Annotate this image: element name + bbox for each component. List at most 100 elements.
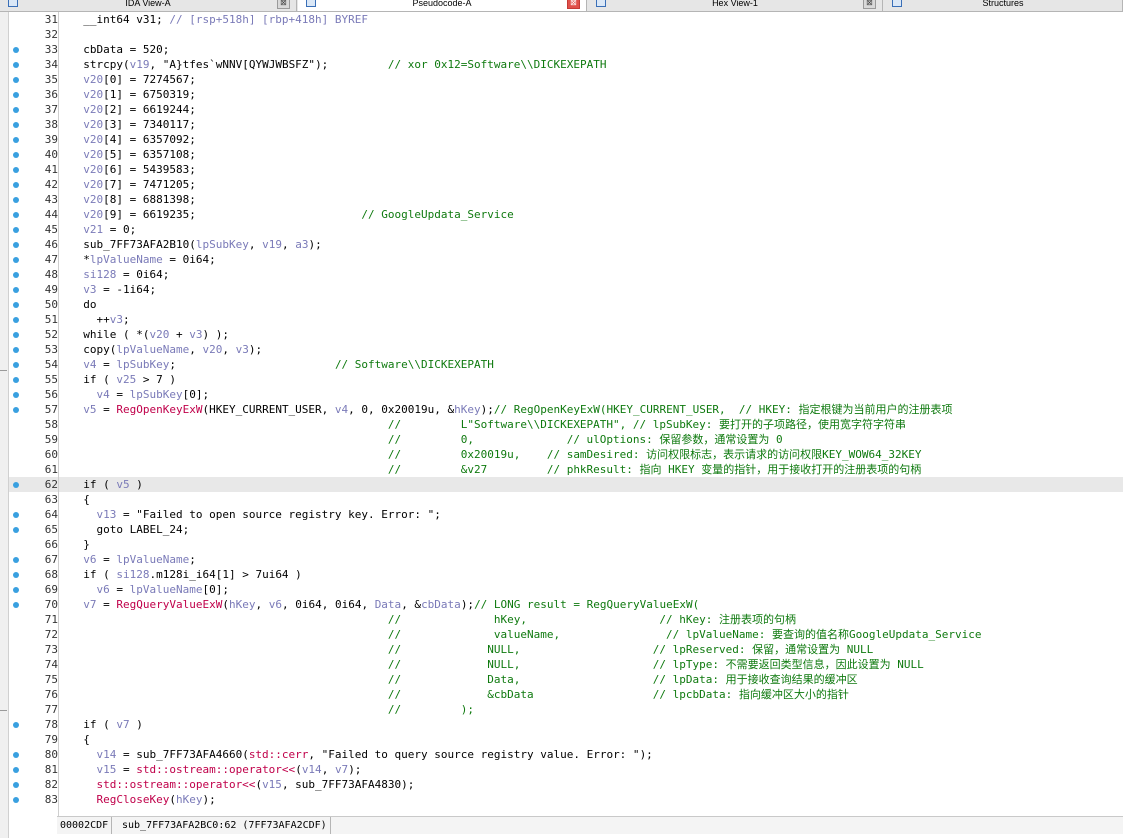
bullet-icon[interactable] (13, 47, 19, 53)
code-line[interactable]: 53 copy(lpValueName, v20, v3); (9, 342, 1123, 357)
code-line[interactable]: 50 do (9, 297, 1123, 312)
code-text[interactable]: v6 = lpValueName[0]; (70, 582, 229, 597)
code-line[interactable]: 41 v20[6] = 5439583; (9, 162, 1123, 177)
code-line[interactable]: 35 v20[0] = 7274567; (9, 72, 1123, 87)
code-line[interactable]: 42 v20[7] = 7471205; (9, 177, 1123, 192)
code-text[interactable]: // 0x20019u, // samDesired: 访问权限标志，表示请求的… (70, 447, 922, 462)
code-line[interactable]: 69 v6 = lpValueName[0]; (9, 582, 1123, 597)
bullet-icon[interactable] (13, 512, 19, 518)
code-line[interactable]: 36 v20[1] = 6750319; (9, 87, 1123, 102)
bullet-icon[interactable] (13, 572, 19, 578)
code-line[interactable]: 66 } (9, 537, 1123, 552)
bullet-icon[interactable] (13, 137, 19, 143)
code-text[interactable]: strcpy(v19, "A}tfes`wNNV[QYWJWBSFZ"); //… (70, 57, 606, 72)
code-line[interactable]: 58 // L"Software\\DICKEXEPATH", // lpSub… (9, 417, 1123, 432)
code-text[interactable]: // hKey, // hKey: 注册表项的句柄 (70, 612, 796, 627)
code-line[interactable]: 62 if ( v5 ) (9, 477, 1123, 492)
code-line[interactable]: 70 v7 = RegQueryValueExW(hKey, v6, 0i64,… (9, 597, 1123, 612)
code-line[interactable]: 78 if ( v7 ) (9, 717, 1123, 732)
code-line[interactable]: 39 v20[4] = 6357092; (9, 132, 1123, 147)
code-text[interactable]: if ( v25 > 7 ) (70, 372, 176, 387)
code-line[interactable]: 47 *lpValueName = 0i64; (9, 252, 1123, 267)
code-line[interactable]: 65 goto LABEL_24; (9, 522, 1123, 537)
code-text[interactable]: v15 = std::ostream::operator<<(v14, v7); (70, 762, 361, 777)
code-line[interactable]: 75 // Data, // lpData: 用于接收查询结果的缓冲区 (9, 672, 1123, 687)
code-text[interactable]: if ( v5 ) (70, 477, 143, 492)
bullet-icon[interactable] (13, 767, 19, 773)
code-line[interactable]: 60 // 0x20019u, // samDesired: 访问权限标志，表示… (9, 447, 1123, 462)
bullet-icon[interactable] (13, 752, 19, 758)
code-line[interactable]: 72 // valueName, // lpValueName: 要查询的值名称… (9, 627, 1123, 642)
bullet-icon[interactable] (13, 212, 19, 218)
code-line[interactable]: 64 v13 = "Failed to open source registry… (9, 507, 1123, 522)
bullet-icon[interactable] (13, 77, 19, 83)
code-text[interactable]: v6 = lpValueName; (70, 552, 196, 567)
code-text[interactable]: // 0, // ulOptions: 保留参数，通常设置为 0 (70, 432, 783, 447)
bullet-icon[interactable] (13, 107, 19, 113)
bullet-icon[interactable] (13, 302, 19, 308)
bullet-icon[interactable] (13, 122, 19, 128)
bullet-icon[interactable] (13, 377, 19, 383)
code-text[interactable]: sub_7FF73AFA2B10(lpSubKey, v19, a3); (70, 237, 321, 252)
code-line[interactable]: 44 v20[9] = 6619235; // GoogleUpdata_Ser… (9, 207, 1123, 222)
code-line[interactable]: 80 v14 = sub_7FF73AFA4660(std::cerr, "Fa… (9, 747, 1123, 762)
code-text[interactable]: std::ostream::operator<<(v15, sub_7FF73A… (70, 777, 414, 792)
code-text[interactable]: if ( si128.m128i_i64[1] > 7ui64 ) (70, 567, 302, 582)
code-text[interactable]: v13 = "Failed to open source registry ke… (70, 507, 440, 522)
code-text[interactable]: // L"Software\\DICKEXEPATH", // lpSubKey… (70, 417, 906, 432)
code-text[interactable]: if ( v7 ) (70, 717, 143, 732)
code-text[interactable]: // Data, // lpData: 用于接收查询结果的缓冲区 (70, 672, 858, 687)
code-line[interactable]: 31 __int64 v31; // [rsp+518h] [rbp+418h]… (9, 12, 1123, 27)
code-line[interactable]: 48 si128 = 0i64; (9, 267, 1123, 282)
code-text[interactable]: v20[8] = 6881398; (70, 192, 196, 207)
close-icon[interactable]: ⊠ (863, 0, 876, 9)
code-text[interactable]: do (70, 297, 96, 312)
code-text[interactable]: v20[5] = 6357108; (70, 147, 196, 162)
code-text[interactable]: v20[6] = 5439583; (70, 162, 196, 177)
bullet-icon[interactable] (13, 362, 19, 368)
bullet-icon[interactable] (13, 557, 19, 563)
code-text[interactable]: v20[0] = 7274567; (70, 72, 196, 87)
code-line[interactable]: 56 v4 = lpSubKey[0]; (9, 387, 1123, 402)
code-text[interactable]: v20[4] = 6357092; (70, 132, 196, 147)
bullet-icon[interactable] (13, 62, 19, 68)
bullet-icon[interactable] (13, 197, 19, 203)
tab-pseudocode-a[interactable]: Pseudocode-A ⊠ (298, 0, 587, 11)
code-text[interactable]: v20[7] = 7471205; (70, 177, 196, 192)
code-text[interactable]: // NULL, // lpReserved: 保留，通常设置为 NULL (70, 642, 873, 657)
bullet-icon[interactable] (13, 722, 19, 728)
code-text[interactable]: si128 = 0i64; (70, 267, 169, 282)
code-text[interactable]: *lpValueName = 0i64; (70, 252, 215, 267)
bullet-icon[interactable] (13, 602, 19, 608)
code-text[interactable]: __int64 v31; // [rsp+518h] [rbp+418h] BY… (70, 12, 368, 27)
code-line[interactable]: 59 // 0, // ulOptions: 保留参数，通常设置为 0 (9, 432, 1123, 447)
code-text[interactable]: v4 = lpSubKey[0]; (70, 387, 209, 402)
code-text[interactable]: // &v27 // phkResult: 指向 HKEY 变量的指针，用于接收… (70, 462, 921, 477)
bullet-icon[interactable] (13, 182, 19, 188)
bullet-icon[interactable] (13, 587, 19, 593)
code-text[interactable]: v20[9] = 6619235; // GoogleUpdata_Servic… (70, 207, 514, 222)
bullet-icon[interactable] (13, 407, 19, 413)
bullet-icon[interactable] (13, 482, 19, 488)
code-line[interactable]: 71 // hKey, // hKey: 注册表项的句柄 (9, 612, 1123, 627)
code-line[interactable]: 38 v20[3] = 7340117; (9, 117, 1123, 132)
code-line[interactable]: 74 // NULL, // lpType: 不需要返回类型信息，因此设置为 N… (9, 657, 1123, 672)
code-line[interactable]: 77 // ); (9, 702, 1123, 717)
code-text[interactable]: RegCloseKey(hKey); (70, 792, 215, 807)
bullet-icon[interactable] (13, 527, 19, 533)
code-line[interactable]: 63 { (9, 492, 1123, 507)
code-line[interactable]: 37 v20[2] = 6619244; (9, 102, 1123, 117)
tab-ida-view-a[interactable]: IDA View-A ⊠ (0, 0, 297, 11)
bullet-icon[interactable] (13, 272, 19, 278)
bullet-icon[interactable] (13, 152, 19, 158)
code-line[interactable]: 68 if ( si128.m128i_i64[1] > 7ui64 ) (9, 567, 1123, 582)
code-text[interactable]: v20[1] = 6750319; (70, 87, 196, 102)
code-text[interactable]: while ( *(v20 + v3) ); (70, 327, 229, 342)
code-line[interactable]: 52 while ( *(v20 + v3) ); (9, 327, 1123, 342)
tab-hex-view-1[interactable]: Hex View-1 ⊠ (588, 0, 883, 11)
code-text[interactable]: { (70, 492, 90, 507)
bullet-icon[interactable] (13, 317, 19, 323)
close-icon[interactable]: ⊠ (277, 0, 290, 9)
code-text[interactable]: v20[3] = 7340117; (70, 117, 196, 132)
tab-structures[interactable]: Structures (884, 0, 1123, 11)
